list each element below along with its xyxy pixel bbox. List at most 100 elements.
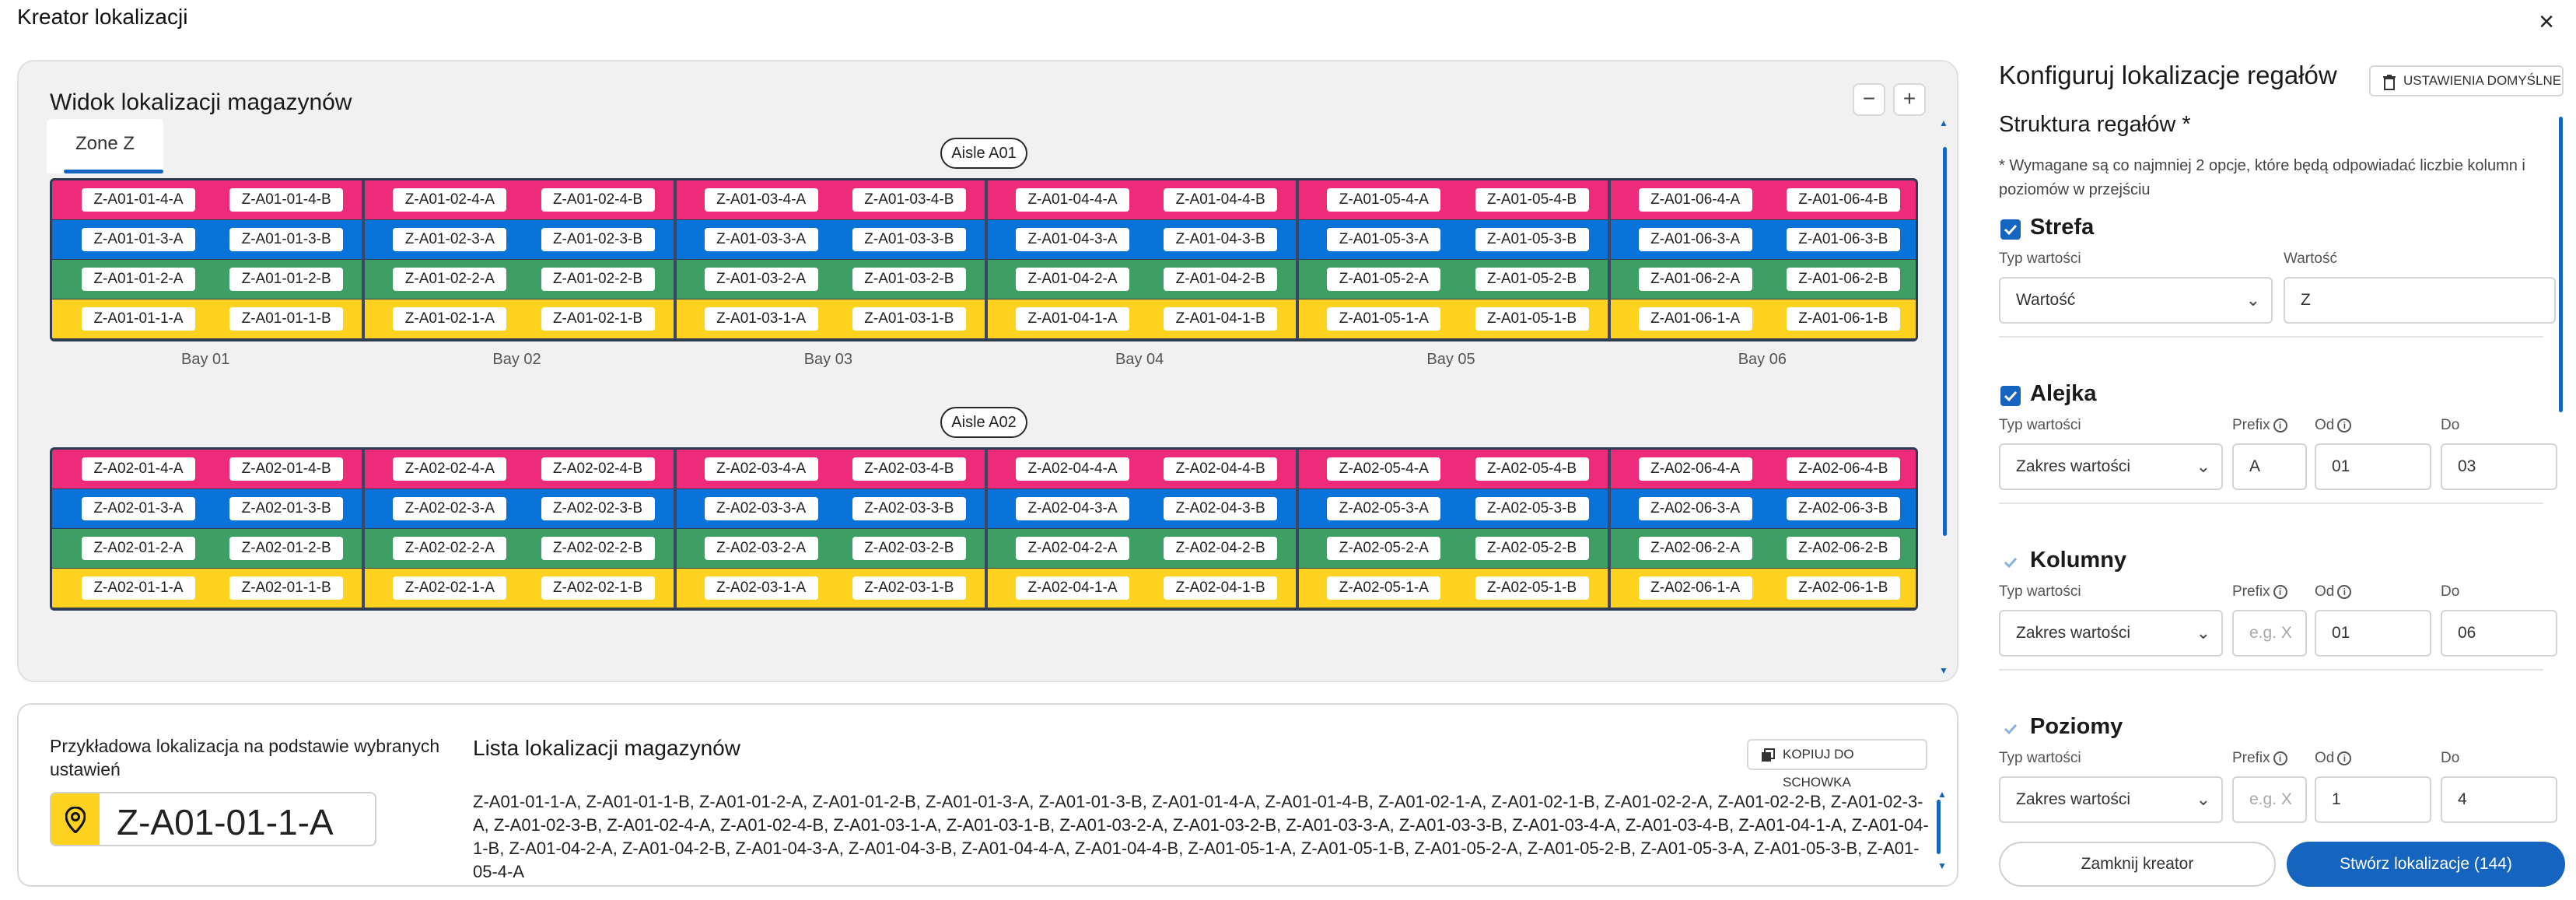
location-cell[interactable]: Z-A01-02-3-B [541,228,655,251]
location-cell[interactable]: Z-A02-06-2-B [1786,537,1900,560]
location-cell[interactable]: Z-A01-05-2-A [1327,268,1441,291]
create-locations-button[interactable]: Stwórz lokalizacje (144) [2287,842,2565,887]
location-cell[interactable]: Z-A02-01-3-B [229,497,344,520]
location-cell[interactable]: Z-A01-02-3-A [393,228,507,251]
location-cell[interactable]: Z-A01-04-3-A [1016,228,1129,251]
location-cell[interactable]: Z-A01-04-2-B [1164,268,1278,291]
location-cell[interactable]: Z-A01-02-4-A [393,188,507,212]
alejka-from-input[interactable]: 01 [2315,443,2431,490]
location-cell[interactable]: Z-A02-02-1-A [393,576,507,600]
poziomy-type-select[interactable]: Zakres wartości ⌄ [1999,776,2223,823]
location-cell[interactable]: Z-A02-04-2-B [1164,537,1278,560]
location-cell[interactable]: Z-A01-01-2-B [229,268,344,291]
location-cell[interactable]: Z-A01-04-3-B [1164,228,1278,251]
location-cell[interactable]: Z-A01-01-1-B [229,307,344,331]
kolumny-type-select[interactable]: Zakres wartości ⌄ [1999,610,2223,657]
location-cell[interactable]: Z-A01-03-3-A [704,228,818,251]
location-cell[interactable]: Z-A01-03-4-A [704,188,818,212]
location-cell[interactable]: Z-A01-04-2-A [1016,268,1129,291]
location-cell[interactable]: Z-A01-06-1-B [1786,307,1900,331]
location-cell[interactable]: Z-A02-01-1-A [82,576,195,600]
location-cell[interactable]: Z-A01-04-1-A [1016,307,1129,331]
location-cell[interactable]: Z-A01-03-1-A [704,307,818,331]
alejka-type-select[interactable]: Zakres wartości ⌄ [1999,443,2223,490]
location-cell[interactable]: Z-A02-05-3-A [1327,497,1441,520]
location-cell[interactable]: Z-A01-02-4-B [541,188,655,212]
list-scroll-down-icon[interactable]: ▼ [1937,860,1948,871]
default-settings-button[interactable]: USTAWIENIA DOMYŚLNE [2369,65,2564,96]
strefa-checkbox[interactable] [2000,219,2021,240]
location-cell[interactable]: Z-A02-03-2-B [852,537,966,560]
poziomy-prefix-input[interactable]: e.g. X [2232,776,2307,823]
location-cell[interactable]: Z-A02-01-4-A [82,457,195,481]
alejka-prefix-input[interactable]: A [2232,443,2307,490]
location-cell[interactable]: Z-A01-05-4-B [1475,188,1589,212]
location-cell[interactable]: Z-A01-05-1-A [1327,307,1441,331]
location-cell[interactable]: Z-A01-01-4-A [82,188,195,212]
location-cell[interactable]: Z-A02-04-3-A [1016,497,1129,520]
close-wizard-button[interactable]: Zamknij kreator [1999,842,2276,887]
location-cell[interactable]: Z-A02-05-2-B [1475,537,1589,560]
scroll-down-icon[interactable]: ▼ [1938,665,1949,676]
strefa-value-input[interactable]: Z [2284,277,2556,324]
location-cell[interactable]: Z-A02-06-4-A [1638,457,1752,481]
list-scroll-up-icon[interactable]: ▲ [1937,789,1948,800]
location-cell[interactable]: Z-A01-03-2-A [704,268,818,291]
location-cell[interactable]: Z-A01-05-3-A [1327,228,1441,251]
kolumny-from-input[interactable]: 01 [2315,610,2431,657]
location-cell[interactable]: Z-A02-04-4-B [1164,457,1278,481]
location-cell[interactable]: Z-A02-03-4-B [852,457,966,481]
location-cell[interactable]: Z-A01-06-2-B [1786,268,1900,291]
location-cell[interactable]: Z-A02-06-3-A [1638,497,1752,520]
location-cell[interactable]: Z-A02-01-1-B [229,576,344,600]
poziomy-from-input[interactable]: 1 [2315,776,2431,823]
alejka-checkbox[interactable] [2000,386,2021,406]
location-cell[interactable]: Z-A01-05-1-B [1475,307,1589,331]
locations-list-text[interactable]: Z-A01-01-1-A, Z-A01-01-1-B, Z-A01-01-2-A… [473,790,1932,879]
location-cell[interactable]: Z-A01-01-1-A [82,307,195,331]
location-cell[interactable]: Z-A02-03-4-A [704,457,818,481]
location-cell[interactable]: Z-A01-06-3-B [1786,228,1900,251]
location-cell[interactable]: Z-A01-04-4-B [1164,188,1278,212]
location-cell[interactable]: Z-A02-02-2-B [541,537,655,560]
location-cell[interactable]: Z-A01-02-2-B [541,268,655,291]
kolumny-to-input[interactable]: 06 [2441,610,2557,657]
location-cell[interactable]: Z-A02-04-3-B [1164,497,1278,520]
location-cell[interactable]: Z-A01-06-3-A [1638,228,1752,251]
poziomy-to-input[interactable]: 4 [2441,776,2557,823]
location-cell[interactable]: Z-A02-02-2-A [393,537,507,560]
location-cell[interactable]: Z-A02-02-4-B [541,457,655,481]
view-scrollbar[interactable] [1943,147,1947,536]
kolumny-prefix-input[interactable]: e.g. X [2232,610,2307,657]
location-cell[interactable]: Z-A01-04-4-A [1016,188,1129,212]
location-cell[interactable]: Z-A02-06-1-A [1638,576,1752,600]
location-cell[interactable]: Z-A02-05-3-B [1475,497,1589,520]
location-cell[interactable]: Z-A02-06-3-B [1786,497,1900,520]
location-cell[interactable]: Z-A02-01-3-A [82,497,195,520]
location-cell[interactable]: Z-A01-06-4-B [1786,188,1900,212]
scroll-up-icon[interactable]: ▲ [1938,117,1949,128]
location-cell[interactable]: Z-A01-03-2-B [852,268,966,291]
location-cell[interactable]: Z-A02-03-3-A [704,497,818,520]
close-icon[interactable]: × [2531,6,2562,37]
location-cell[interactable]: Z-A02-04-1-A [1016,576,1129,600]
location-cell[interactable]: Z-A02-05-1-B [1475,576,1589,600]
zoom-in-button[interactable]: + [1893,83,1926,116]
location-cell[interactable]: Z-A02-01-2-B [229,537,344,560]
location-cell[interactable]: Z-A01-02-1-A [393,307,507,331]
location-cell[interactable]: Z-A02-05-4-A [1327,457,1441,481]
poziomy-checkbox[interactable] [2000,719,2021,739]
copy-to-clipboard-button[interactable]: KOPIUJ DO SCHOWKA [1747,739,1927,790]
location-cell[interactable]: Z-A02-02-3-B [541,497,655,520]
location-cell[interactable]: Z-A01-02-1-B [541,307,655,331]
location-cell[interactable]: Z-A01-06-4-A [1638,188,1752,212]
location-cell[interactable]: Z-A02-02-3-A [393,497,507,520]
list-scrollbar[interactable] [1937,800,1941,854]
location-cell[interactable]: Z-A02-02-1-B [541,576,655,600]
location-cell[interactable]: Z-A01-05-3-B [1475,228,1589,251]
location-cell[interactable]: Z-A01-05-4-A [1327,188,1441,212]
location-cell[interactable]: Z-A01-02-2-A [393,268,507,291]
location-cell[interactable]: Z-A02-05-1-A [1327,576,1441,600]
location-cell[interactable]: Z-A01-06-2-A [1638,268,1752,291]
location-cell[interactable]: Z-A02-01-4-B [229,457,344,481]
